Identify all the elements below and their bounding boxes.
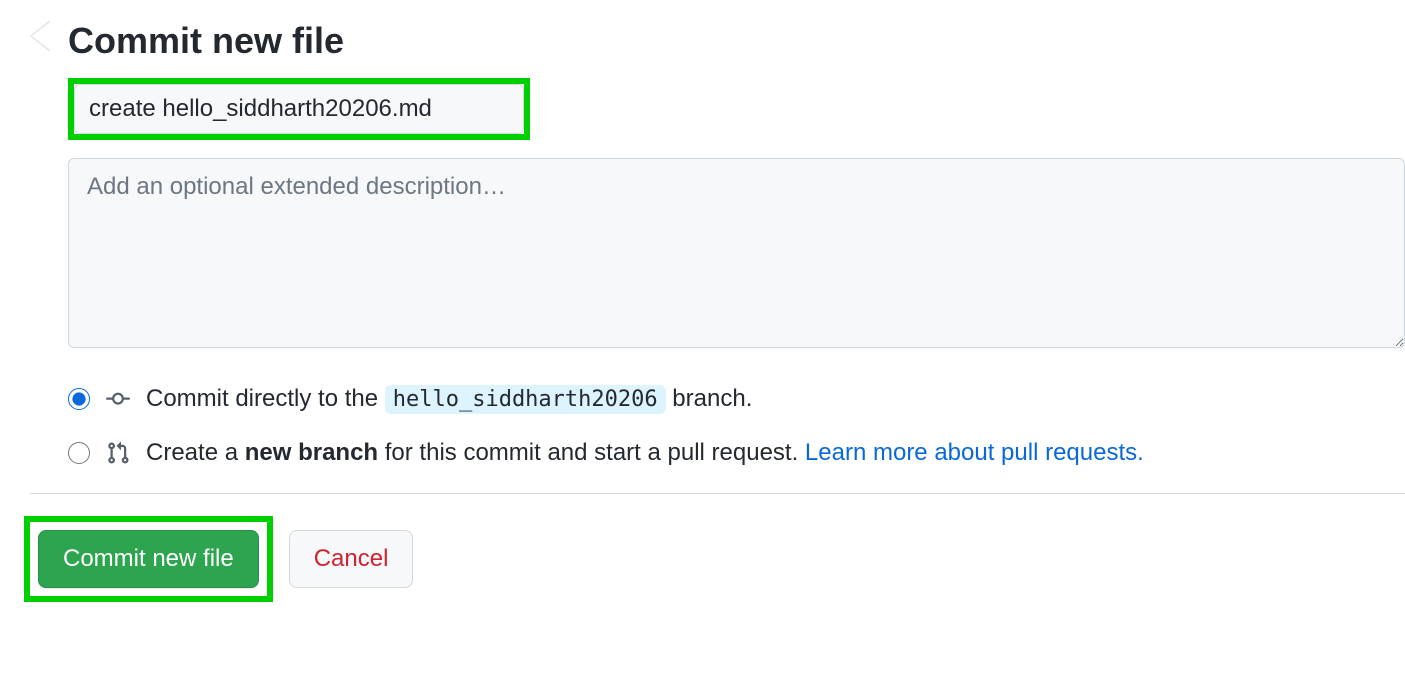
commit-direct-suffix: branch. bbox=[666, 385, 753, 412]
git-pull-request-icon bbox=[104, 441, 132, 465]
git-commit-icon bbox=[104, 387, 132, 411]
commit-new-file-button[interactable]: Commit new file bbox=[38, 530, 259, 588]
button-row: Commit new file Cancel bbox=[24, 516, 1405, 602]
create-branch-option[interactable]: Create a new branch for this commit and … bbox=[68, 439, 1405, 467]
new-branch-text-before: Create a bbox=[146, 439, 245, 466]
branch-name-tag: hello_siddharth20206 bbox=[385, 385, 666, 414]
commit-direct-option[interactable]: Commit directly to the hello_siddharth20… bbox=[68, 385, 1405, 413]
create-branch-label: Create a new branch for this commit and … bbox=[146, 439, 1144, 467]
commit-description-textarea[interactable] bbox=[68, 158, 1405, 348]
description-area bbox=[68, 158, 1405, 353]
new-branch-bold: new branch bbox=[245, 439, 378, 466]
divider bbox=[30, 493, 1405, 494]
new-branch-text-after: for this commit and start a pull request… bbox=[378, 439, 805, 466]
branch-radio-group: Commit directly to the hello_siddharth20… bbox=[68, 385, 1405, 467]
radio-commit-direct[interactable] bbox=[68, 388, 90, 410]
radio-new-branch[interactable] bbox=[68, 442, 90, 464]
commit-form-container: Commit new file Commit directly to the h… bbox=[30, 20, 1405, 602]
cancel-button[interactable]: Cancel bbox=[289, 530, 414, 588]
learn-more-link[interactable]: Learn more about pull requests. bbox=[805, 439, 1144, 466]
summary-input-wrapper bbox=[68, 78, 1405, 144]
commit-summary-input[interactable] bbox=[74, 84, 524, 134]
speech-bubble-pointer bbox=[30, 20, 50, 52]
highlight-annotation-commit-button: Commit new file bbox=[24, 516, 273, 602]
commit-direct-prefix: Commit directly to the bbox=[146, 385, 385, 412]
commit-direct-label: Commit directly to the hello_siddharth20… bbox=[146, 385, 752, 413]
page-title: Commit new file bbox=[68, 20, 1405, 62]
highlight-annotation-summary bbox=[68, 78, 530, 140]
